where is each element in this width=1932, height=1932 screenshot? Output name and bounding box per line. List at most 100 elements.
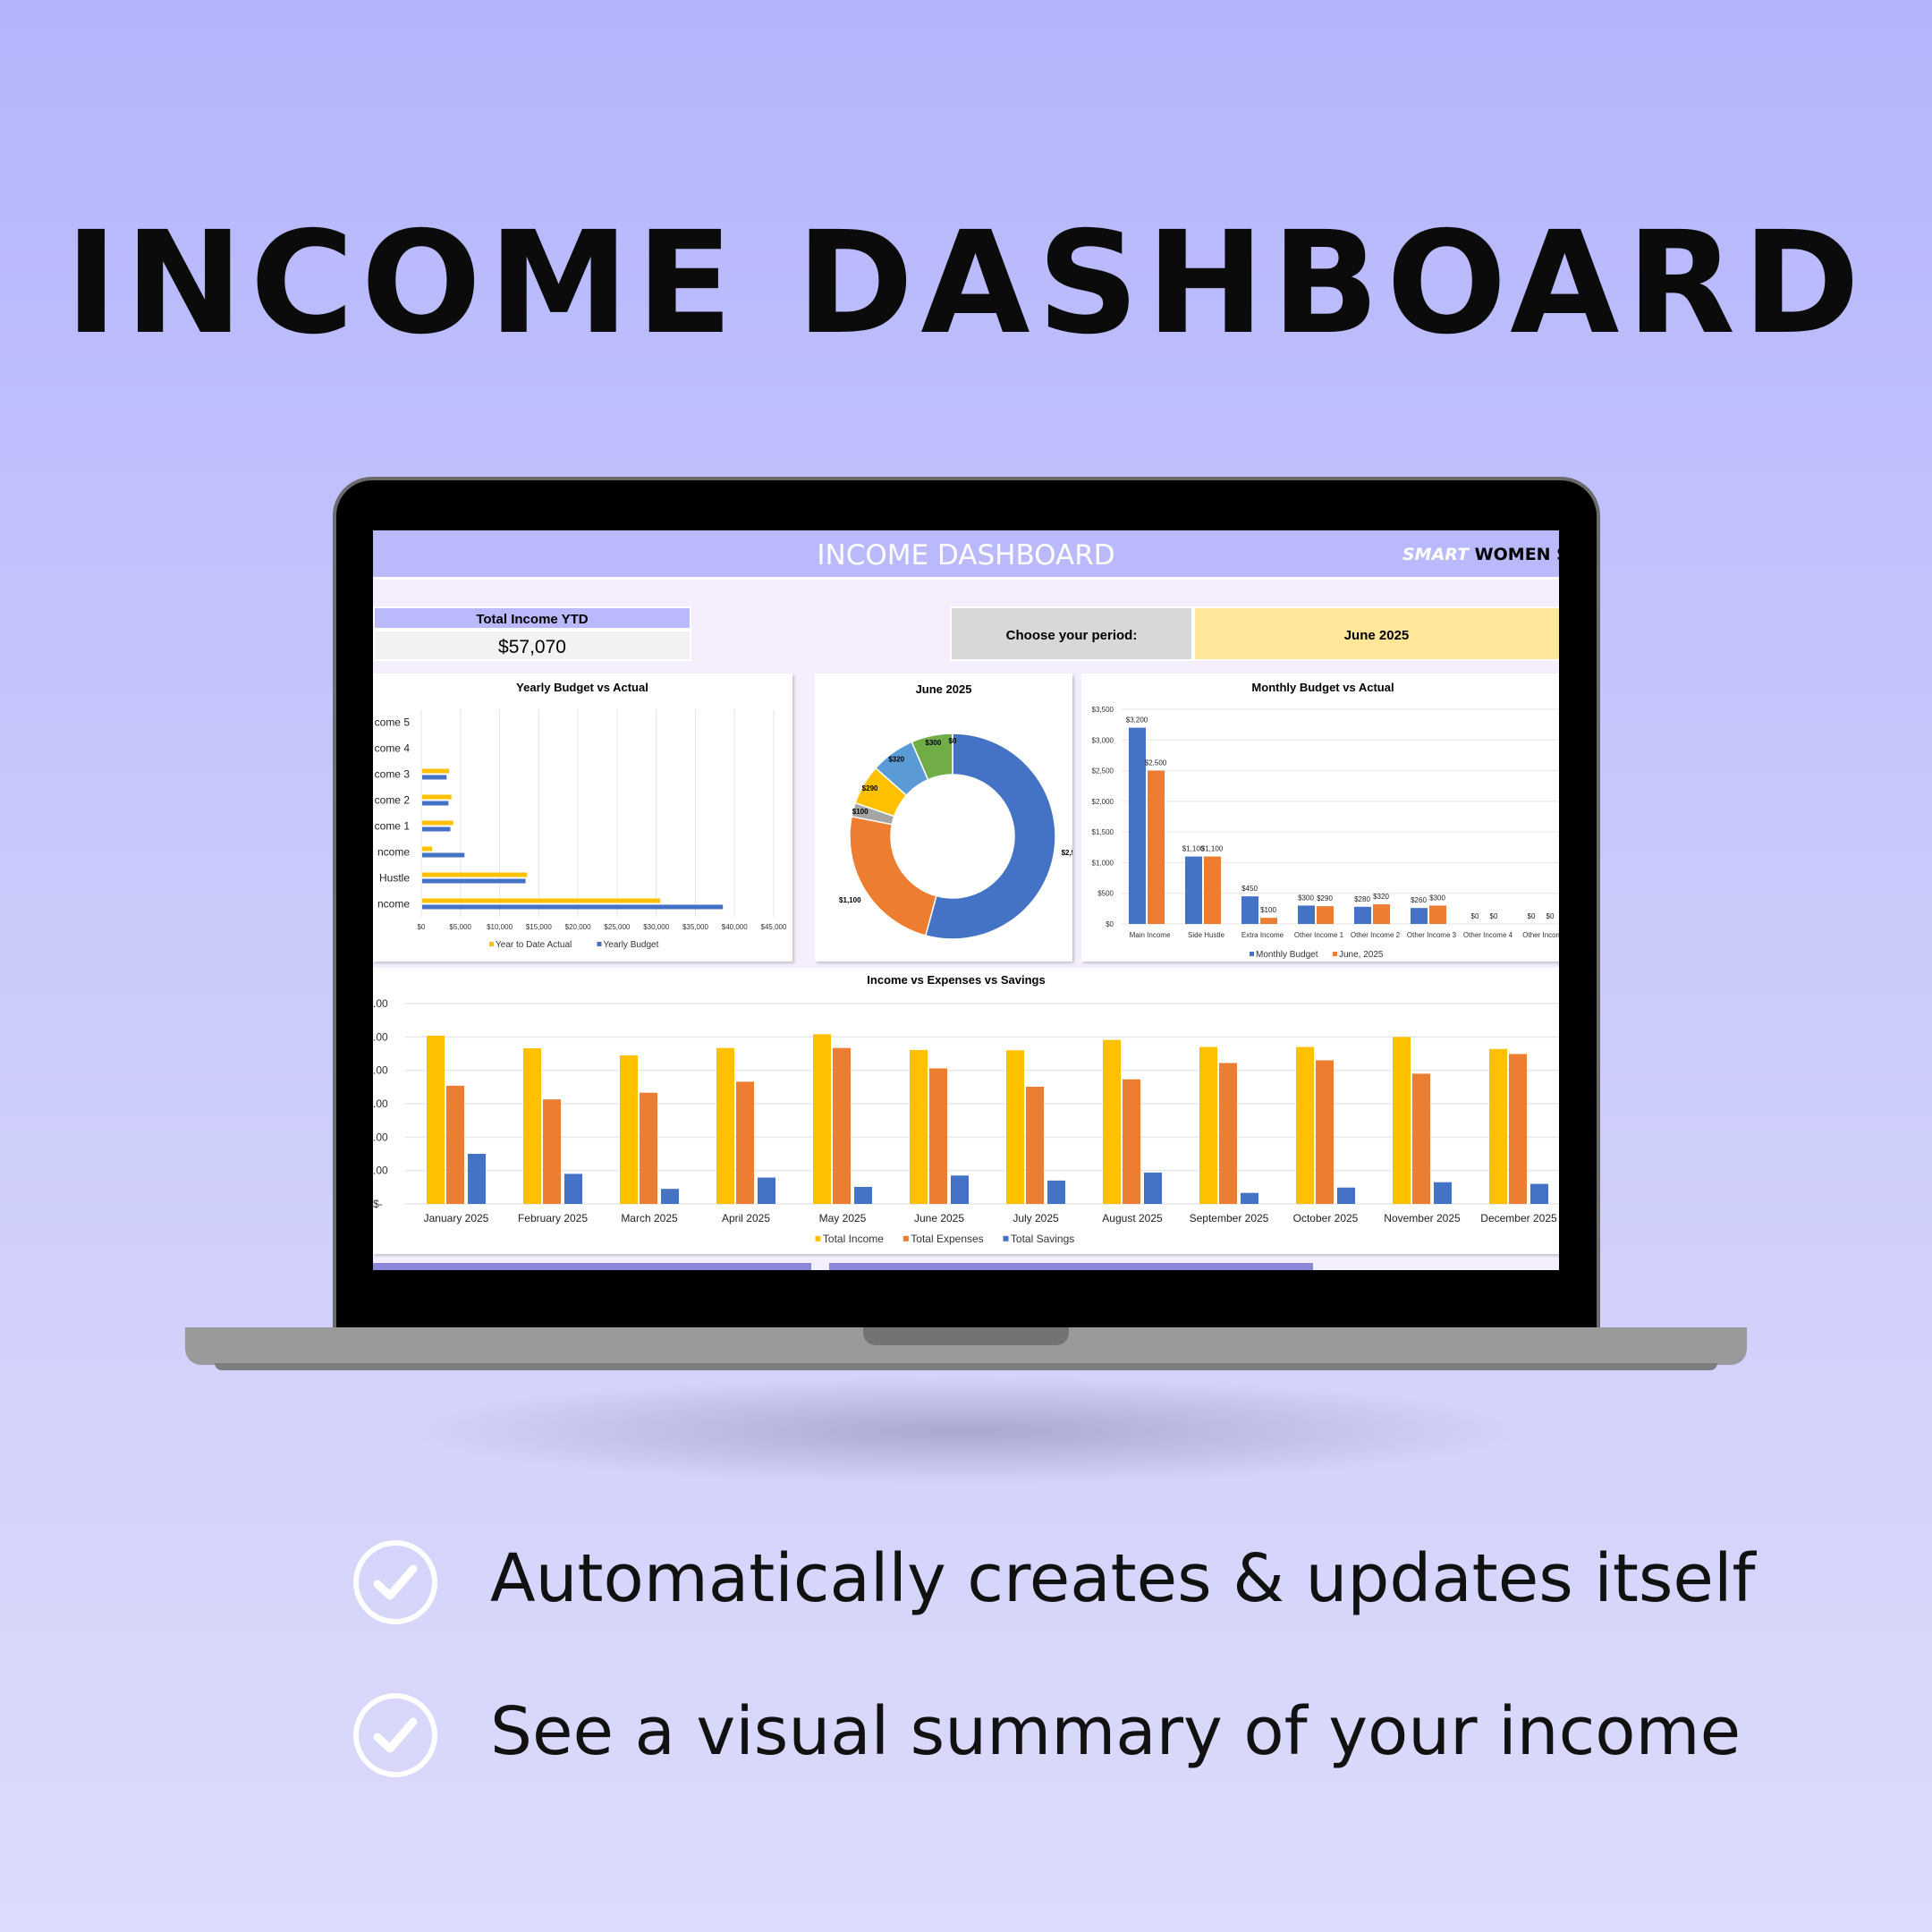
- bar: [1489, 1048, 1507, 1204]
- legend-label: June, 2025: [1339, 950, 1384, 960]
- bar: [422, 878, 526, 884]
- tick-label: $25,000: [604, 923, 630, 931]
- tick-label: $5,000: [450, 923, 472, 931]
- bar: [446, 1085, 464, 1204]
- chart-title: June 2025: [916, 682, 972, 696]
- category-label: ncome: [377, 898, 410, 911]
- category-label: February 2025: [518, 1212, 588, 1224]
- data-label: $0: [1490, 912, 1498, 920]
- legend-swatch: [815, 1235, 821, 1241]
- category-label: November 2025: [1384, 1212, 1461, 1224]
- legend-swatch: [597, 942, 602, 946]
- bar: [716, 1047, 734, 1204]
- donut-slice: [849, 815, 937, 936]
- bar: [951, 1175, 969, 1204]
- income-expenses-savings-chart: Income vs Expenses vs Savings $- .00 .00 .00…: [373, 968, 1559, 1254]
- category-label: Extra Income: [1241, 931, 1284, 939]
- bar: [422, 904, 724, 910]
- bar: [1123, 1079, 1140, 1204]
- monthly-donut-chart: June 2025 $2,500 $1,100 $100 $290 $320 $300 $0: [815, 674, 1072, 962]
- bar: [1411, 908, 1428, 924]
- category-label: January 2025: [424, 1212, 489, 1224]
- feature-text: See a visual summary of your income: [490, 1693, 1741, 1770]
- data-label: $280: [1354, 895, 1370, 903]
- bar: [1530, 1183, 1548, 1204]
- bar: [620, 1055, 638, 1204]
- category-label: October 2025: [1293, 1212, 1359, 1224]
- category-label: come 4: [375, 742, 411, 755]
- tick-label: $500: [1097, 890, 1114, 898]
- yearly-budget-tab[interactable]: [829, 1263, 1313, 1270]
- brand-part1: SMART: [1402, 545, 1470, 564]
- category-label: Hustle: [379, 872, 410, 885]
- data-label: $290: [862, 784, 878, 792]
- laptop-notch: [863, 1327, 1069, 1345]
- data-label: $100: [852, 808, 869, 816]
- category-label: May 2025: [819, 1212, 867, 1224]
- bar: [427, 1035, 445, 1204]
- tick-label: $30,000: [643, 923, 669, 931]
- bar: [1412, 1073, 1430, 1204]
- category-label: December 2025: [1480, 1212, 1557, 1224]
- legend-label: Yearly Budget: [604, 940, 659, 950]
- bar: [1241, 896, 1258, 924]
- bar: [910, 1049, 928, 1204]
- bar: [1434, 1182, 1452, 1204]
- category-label: ncome: [377, 846, 410, 859]
- tick-label: .00: [373, 1097, 388, 1110]
- category-label: July 2025: [1013, 1212, 1059, 1224]
- legend-swatch: [1250, 952, 1254, 956]
- bar: [1296, 1046, 1314, 1204]
- data-label: $3,200: [1126, 716, 1148, 724]
- bar: [1509, 1054, 1527, 1204]
- data-label: $290: [1317, 894, 1333, 902]
- data-label: $300: [1298, 894, 1314, 902]
- bar: [422, 846, 433, 852]
- bar: [1204, 856, 1221, 924]
- monthly-budget-tab[interactable]: [373, 1263, 811, 1270]
- period-select[interactable]: June 2025: [1193, 606, 1559, 661]
- category-label: come 2: [375, 794, 411, 807]
- bar: [1337, 1187, 1355, 1204]
- data-label: $450: [1241, 885, 1258, 893]
- tick-label: $40,000: [722, 923, 748, 931]
- bar: [422, 801, 449, 806]
- data-label: $2,500: [1145, 759, 1167, 767]
- dashboard-header: INCOME DASHBOARD SMART WOMEN SOC: [373, 530, 1559, 580]
- bar: [1006, 1050, 1024, 1204]
- bar: [833, 1047, 851, 1204]
- tick-label: $15,000: [526, 923, 552, 931]
- category-label: Other Income 4: [1463, 931, 1513, 939]
- bar: [564, 1174, 582, 1204]
- legend-swatch: [902, 1235, 909, 1241]
- laptop-base-edge: [215, 1363, 1717, 1370]
- bar: [1260, 918, 1277, 924]
- total-income-ytd-value: $57,070: [373, 630, 691, 661]
- category-label: Main Income: [1130, 931, 1171, 939]
- bar: [1026, 1086, 1044, 1204]
- bar: [422, 768, 450, 774]
- legend-label: Year to Date Actual: [496, 940, 572, 950]
- tick-label: $20,000: [565, 923, 591, 931]
- bar: [640, 1092, 657, 1204]
- tick-label: $3,000: [1092, 736, 1114, 744]
- tick-label: $-: [373, 1198, 383, 1210]
- bar: [1354, 906, 1371, 924]
- bar: [1219, 1063, 1237, 1204]
- tick-label: .00: [373, 1165, 388, 1177]
- category-label: come 1: [375, 820, 411, 833]
- check-circle-icon: [353, 1693, 437, 1777]
- chart-title: Monthly Budget vs Actual: [1251, 681, 1394, 694]
- tick-label: $1,500: [1092, 828, 1114, 836]
- bar: [1317, 906, 1334, 924]
- category-label: Side Hustle: [1188, 931, 1224, 939]
- legend-label: Monthly Budget: [1256, 950, 1318, 960]
- data-label: $300: [925, 739, 941, 747]
- legend-label: Total Expenses: [911, 1233, 983, 1245]
- bar: [422, 872, 528, 877]
- data-label: $2,500: [1062, 849, 1072, 857]
- bar: [1129, 727, 1146, 924]
- headline: INCOME DASHBOARD: [64, 201, 1868, 366]
- check-circle-icon: [353, 1540, 437, 1624]
- bar: [1103, 1039, 1121, 1204]
